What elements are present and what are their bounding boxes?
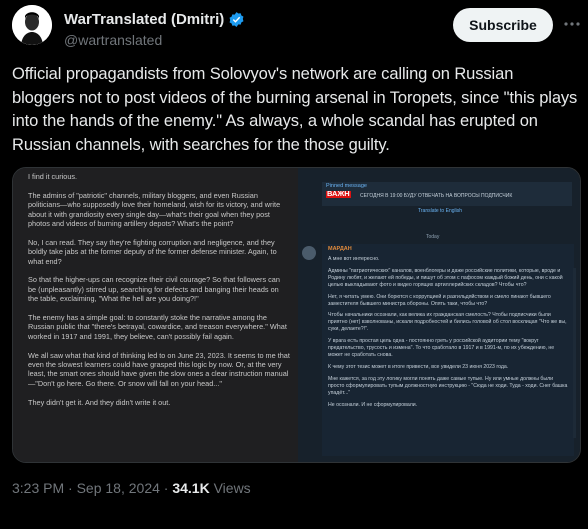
verified-badge-icon [228,11,245,28]
subscribe-button[interactable]: Subscribe [453,8,553,42]
telegram-top-bar [298,168,580,177]
avatar[interactable] [12,5,52,45]
pinned-badge: ВАЖН [326,189,351,198]
left-paragraph: We all saw what that kind of thinking le… [28,350,290,388]
views-count: 34.1K [172,480,210,496]
message-paragraph: Чтобы начальники осознали, как велика их… [328,312,567,333]
message-paragraph: Нет, я читать умею. Они борются с корруп… [328,293,551,307]
pinned-message: Pinned message ВАЖН СЕГОДНЯ В 19:00 БУДУ… [322,182,572,206]
tweet-meta: 3:23 PM · Sep 18, 2024 · 34.1K Views [12,480,251,496]
meta-separator: · [163,480,169,496]
pinned-text: СЕГОДНЯ В 19:00 БУДУ ОТВЕЧАТЬ НА ВОПРОСЫ… [360,193,513,199]
message-paragraph: Не осознали. И не сформулировали. [328,401,418,408]
translated-text-panel: I find it curious. The admins of "patrio… [13,168,298,462]
post-time[interactable]: 3:23 PM [12,480,64,496]
left-paragraph: I find it curious. [28,172,78,181]
tweet-text: Official propagandists from Solovyov's n… [12,65,578,154]
translate-link: Translate to English [418,208,463,214]
message-paragraph: Админы "патриотических" каналов, военбло… [328,267,563,288]
left-paragraph: No, I can read. They say they're fightin… [28,237,277,266]
message-paragraph: У врага есть простая цель одна - постоян… [328,338,555,358]
left-paragraph: The enemy has a simple goal: to constant… [28,313,287,341]
telegram-screenshot-panel: Pinned message ВАЖН СЕГОДНЯ В 19:00 БУДУ… [298,168,580,462]
message-paragraph: К чему этот тезис может в итоге привести… [328,363,509,370]
left-paragraph: So that the higher-ups can recognize the… [28,275,280,304]
date-separator: Today [426,234,440,240]
tweet-media[interactable]: I find it curious. The admins of "patrio… [12,167,581,463]
sender-avatar [302,246,316,260]
meta-separator: · [68,480,73,496]
left-paragraph: They didn't get it. And they didn't writ… [28,397,171,407]
more-options-icon[interactable] [563,15,581,33]
views-label: Views [213,480,251,496]
author-handle[interactable]: @wartranslated [64,32,162,48]
author-name[interactable]: WarTranslated (Dmitri) [64,11,224,28]
post-date[interactable]: Sep 18, 2024 [77,480,160,496]
message-paragraph: А мне вот интересно. [328,256,380,262]
message-bubble: МАРДАН А мне вот интересно. Админы "патр… [322,244,574,456]
left-paragraph: The admins of "patriotic" channels, mili… [28,190,281,229]
tweet-header: WarTranslated (Dmitri) @wartranslated Su… [12,5,580,55]
message-paragraph: Мне кажется, за год эту логику могли пон… [328,375,568,396]
sender-name: МАРДАН [328,246,352,252]
scrollbar [573,268,576,438]
